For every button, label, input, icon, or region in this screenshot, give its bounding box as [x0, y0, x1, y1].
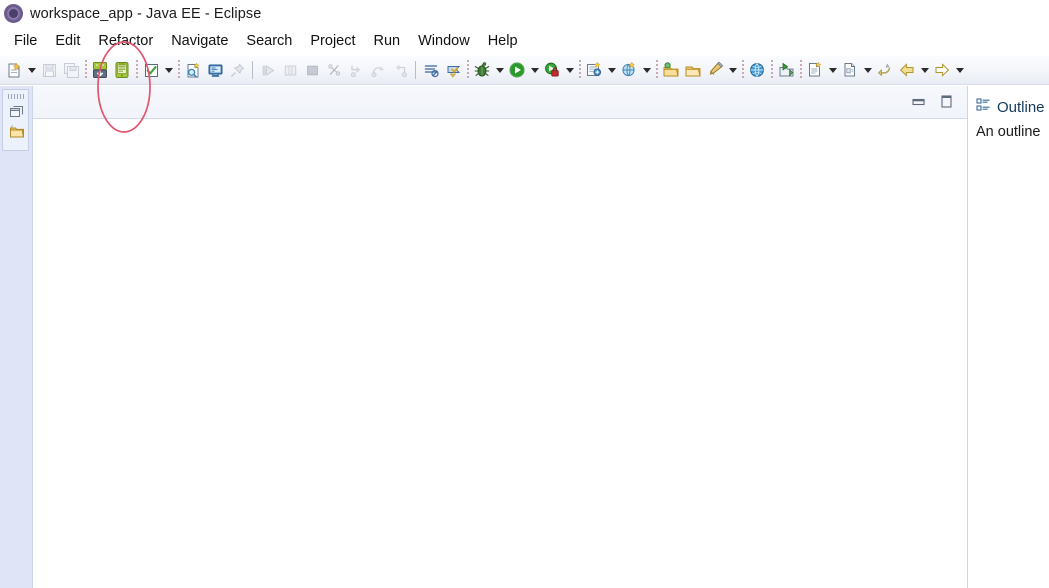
menu-help[interactable]: Help	[479, 31, 527, 51]
menu-edit[interactable]: Edit	[46, 31, 89, 51]
save-all-icon[interactable]	[60, 59, 82, 81]
terminate-icon[interactable]	[301, 59, 323, 81]
separator-dotted	[768, 59, 775, 81]
title-bar: workspace_app - Java EE - Eclipse	[0, 0, 1049, 27]
new-wizard-icon[interactable]	[3, 59, 25, 81]
outline-empty-message: An outline	[976, 124, 1041, 140]
previous-edit-icon[interactable]	[874, 59, 896, 81]
chevron-down-icon[interactable]	[640, 59, 653, 81]
chevron-down-icon[interactable]	[528, 59, 541, 81]
eclipse-window: workspace_app - Java EE - Eclipse File E…	[0, 0, 1049, 588]
tab-outline[interactable]: Outline	[968, 94, 1045, 120]
chevron-down-icon[interactable]	[918, 59, 931, 81]
menu-navigate[interactable]: Navigate	[162, 31, 237, 51]
separator-line	[411, 59, 420, 81]
forward-arrow-icon[interactable]	[931, 59, 953, 81]
debug-bug-icon[interactable]	[471, 59, 493, 81]
chevron-down-icon[interactable]	[493, 59, 506, 81]
eclipse-logo-icon	[4, 4, 23, 23]
separator-dotted	[464, 59, 471, 81]
separator-dotted	[797, 59, 804, 81]
run-last-tool-icon[interactable]	[775, 59, 797, 81]
chevron-down-icon[interactable]	[162, 59, 175, 81]
console-icon[interactable]	[204, 59, 226, 81]
run-green-icon[interactable]	[506, 59, 528, 81]
separator-dotted	[739, 59, 746, 81]
chevron-down-icon[interactable]	[25, 59, 38, 81]
outline-view: Outline An outline	[967, 86, 1049, 588]
menu-project[interactable]: Project	[301, 31, 364, 51]
profile-icon[interactable]	[541, 59, 563, 81]
menu-file[interactable]: File	[5, 31, 46, 51]
skip-breakpoints-icon[interactable]	[420, 59, 442, 81]
package-explorer-icon[interactable]	[8, 123, 25, 140]
outline-tab-label: Outline	[997, 98, 1045, 116]
chevron-down-icon[interactable]	[953, 59, 966, 81]
separator-dotted	[576, 59, 583, 81]
menu-refactor[interactable]: Refactor	[89, 31, 162, 51]
quick-access-search-icon[interactable]	[182, 59, 204, 81]
android-sdk-manager-icon[interactable]	[89, 59, 111, 81]
pin-icon[interactable]	[226, 59, 248, 81]
separator-dotted	[133, 59, 140, 81]
minimized-view-stack[interactable]	[2, 89, 29, 151]
view-stack-grip[interactable]	[8, 94, 25, 99]
menu-run[interactable]: Run	[365, 31, 410, 51]
chevron-down-icon[interactable]	[605, 59, 618, 81]
new-java-project-icon[interactable]	[583, 59, 605, 81]
restore-view-icon[interactable]	[8, 103, 25, 120]
step-return-icon[interactable]	[389, 59, 411, 81]
open-type-icon[interactable]	[660, 59, 682, 81]
main-toolbar	[0, 56, 1049, 85]
editor-area	[32, 86, 968, 588]
chevron-down-icon[interactable]	[563, 59, 576, 81]
suspend-icon[interactable]	[279, 59, 301, 81]
separator-dotted	[175, 59, 182, 81]
chevron-down-icon[interactable]	[826, 59, 839, 81]
android-avd-manager-icon[interactable]	[111, 59, 133, 81]
new-servlet-icon[interactable]	[618, 59, 640, 81]
left-view-bar	[0, 86, 32, 588]
next-annotation-icon[interactable]	[442, 59, 464, 81]
resume-icon[interactable]	[257, 59, 279, 81]
chevron-down-icon[interactable]	[726, 59, 739, 81]
separator-line	[248, 59, 257, 81]
search-icon[interactable]	[704, 59, 726, 81]
minimize-icon[interactable]	[910, 93, 926, 109]
outline-view-icon	[976, 97, 991, 117]
chevron-down-icon[interactable]	[861, 59, 874, 81]
editor-area-controls	[910, 93, 954, 109]
menu-search[interactable]: Search	[237, 31, 301, 51]
new-jsp-icon[interactable]	[804, 59, 826, 81]
disconnect-icon[interactable]	[323, 59, 345, 81]
new-html-icon[interactable]	[839, 59, 861, 81]
open-task-icon[interactable]	[682, 59, 704, 81]
web-browser-icon[interactable]	[746, 59, 768, 81]
menu-window[interactable]: Window	[409, 31, 479, 51]
back-arrow-icon[interactable]	[896, 59, 918, 81]
editor-tab-strip	[33, 86, 968, 119]
separator-dotted	[653, 59, 660, 81]
maximize-icon[interactable]	[938, 93, 954, 109]
save-icon[interactable]	[38, 59, 60, 81]
step-over-icon[interactable]	[367, 59, 389, 81]
checkmark-build-icon[interactable]	[140, 59, 162, 81]
menu-bar: File Edit Refactor Navigate Search Proje…	[0, 27, 1049, 55]
editor-canvas[interactable]	[33, 119, 968, 588]
separator-dotted	[82, 59, 89, 81]
window-title: workspace_app - Java EE - Eclipse	[30, 5, 262, 22]
step-into-icon[interactable]	[345, 59, 367, 81]
